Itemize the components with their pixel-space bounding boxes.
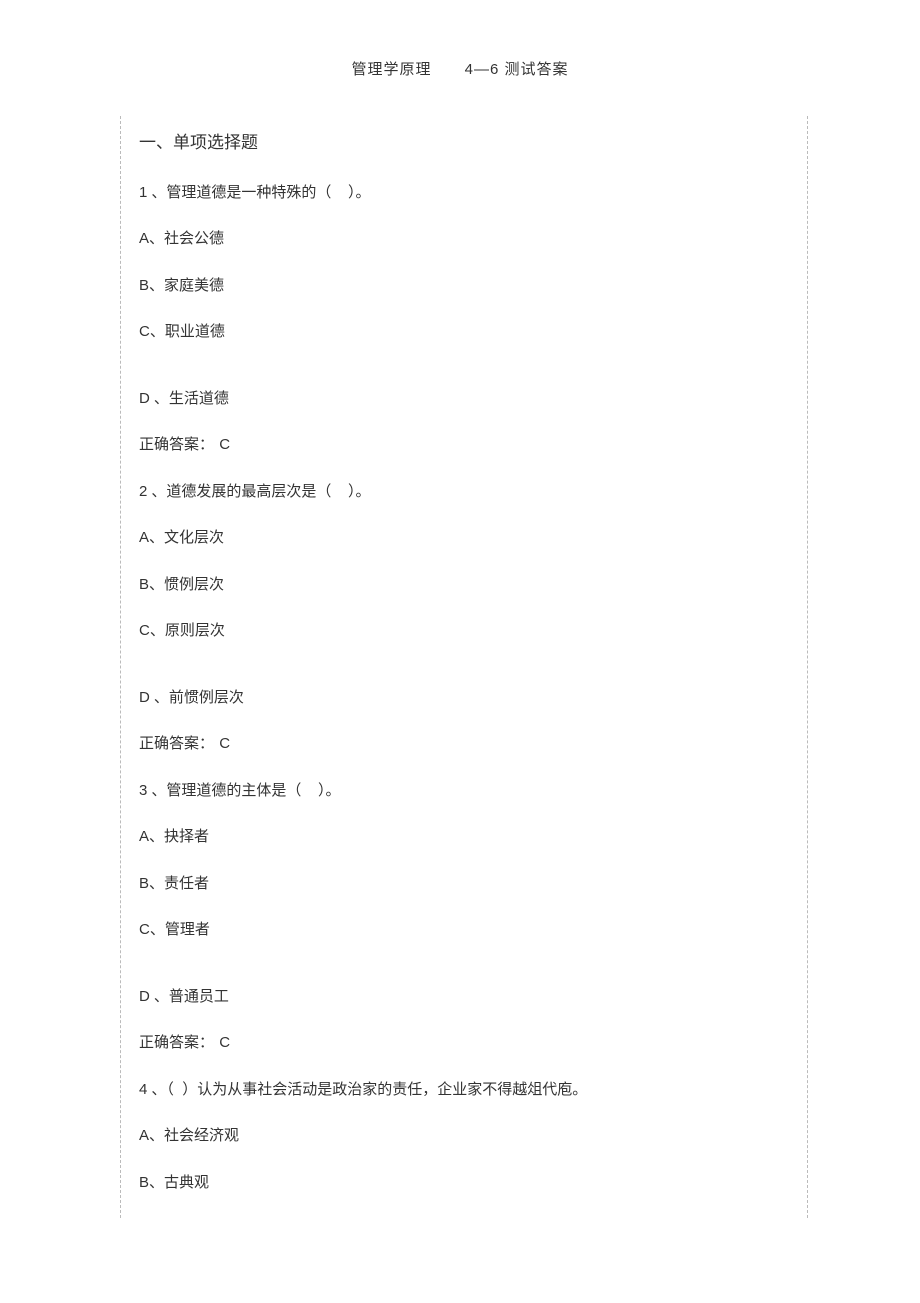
answer-line: 正确答案： C [139,434,789,457]
question-stem-before: 、管理道德的主体是（ [151,782,301,799]
option-a: A、文化层次 [139,527,789,550]
option-c: C、职业道德 [139,321,789,344]
content-box: 一、单项选择题 1、管理道德是一种特殊的（ ）。 A、社会公德 B、家庭美德 C… [120,116,808,1218]
question-stem-before: 、（ [151,1081,174,1098]
answer-line: 正确答案： C [139,1032,789,1055]
page-header: 管理学原理 4—6 测试答案 [0,0,920,79]
question-stem-after: ）。 [348,184,371,201]
section-title: 一、单项选择题 [139,130,789,156]
question-stem-after: ）。 [348,483,371,500]
option-b: B、家庭美德 [139,275,789,298]
answer-line: 正确答案： C [139,733,789,756]
question-block: 2、道德发展的最高层次是（ ）。 A、文化层次 B、惯例层次 C、原则层次 D、… [139,481,789,756]
question-text: 3、管理道德的主体是（ ）。 [139,780,789,803]
question-number: 3 [139,782,147,799]
question-text: 1、管理道德是一种特殊的（ ）。 [139,182,789,205]
option-a: A、抉择者 [139,826,789,849]
question-text: 4、（ ）认为从事社会活动是政治家的责任，企业家不得越俎代庖。 [139,1079,789,1102]
option-a: A、社会经济观 [139,1125,789,1148]
answer-value: C [219,1034,231,1051]
option-b: B、责任者 [139,873,789,896]
question-stem-before: 、管理道德是一种特殊的（ [151,184,331,201]
question-number: 2 [139,483,147,500]
question-stem-after: ）认为从事社会活动是政治家的责任，企业家不得越俎代庖。 [182,1081,587,1098]
question-block: 4、（ ）认为从事社会活动是政治家的责任，企业家不得越俎代庖。 A、社会经济观 … [139,1079,789,1195]
question-number: 4 [139,1081,147,1098]
question-stem-after: ）。 [318,782,341,799]
option-c: C、原则层次 [139,620,789,643]
answer-value: C [219,735,231,752]
option-d: D、普通员工 [139,986,789,1009]
option-d: D、生活道德 [139,388,789,411]
option-a: A、社会公德 [139,228,789,251]
question-text: 2、道德发展的最高层次是（ ）。 [139,481,789,504]
answer-value: C [219,436,231,453]
question-block: 1、管理道德是一种特殊的（ ）。 A、社会公德 B、家庭美德 C、职业道德 D、… [139,182,789,457]
header-title-sub: 4—6 测试答案 [465,61,569,78]
option-b: B、惯例层次 [139,574,789,597]
question-stem-before: 、道德发展的最高层次是（ [151,483,331,500]
header-title-main: 管理学原理 [351,61,431,78]
option-b: B、古典观 [139,1172,789,1195]
option-d: D、前惯例层次 [139,687,789,710]
question-block: 3、管理道德的主体是（ ）。 A、抉择者 B、责任者 C、管理者 D、普通员工 … [139,780,789,1055]
option-c: C、管理者 [139,919,789,942]
question-number: 1 [139,184,147,201]
